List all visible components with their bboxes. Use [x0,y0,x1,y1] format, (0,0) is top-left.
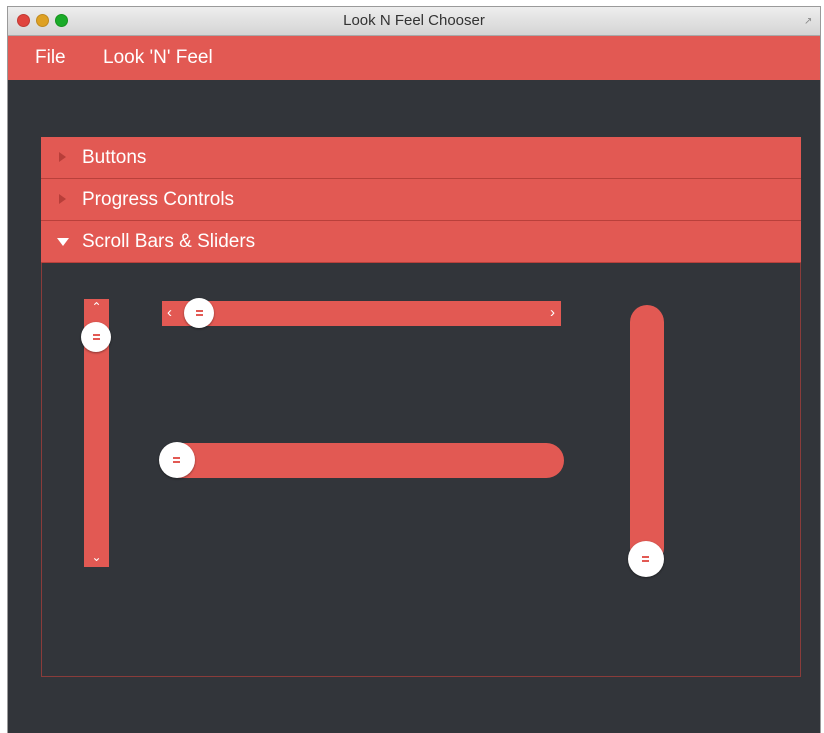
chevron-down-icon[interactable]: ⌄ [84,550,109,564]
accordion-header-buttons[interactable]: Buttons [41,137,801,179]
vertical-slider-thumb[interactable] [628,541,664,577]
vertical-scrollbar-thumb[interactable] [81,322,111,352]
triangle-down-icon [57,238,69,246]
horizontal-slider[interactable] [159,442,564,478]
chevron-up-icon[interactable]: ⌃ [84,300,109,314]
vertical-scrollbar[interactable]: ⌃ ⌄ [81,299,111,567]
app-window: Look N Feel Chooser ↗ File Look 'N' Feel… [8,7,820,733]
fullscreen-icon[interactable]: ↗ [804,16,814,27]
menu-file[interactable]: File [35,47,66,69]
menu-bar: File Look 'N' Feel [8,36,820,80]
horizontal-scrollbar[interactable]: ‹ › [162,298,561,328]
accordion-header-scroll-bars-sliders[interactable]: Scroll Bars & Sliders [41,221,801,263]
chevron-left-icon[interactable]: ‹ [167,304,172,321]
horizontal-slider-thumb[interactable] [159,442,195,478]
scroll-bars-sliders-panel: ⌃ ⌄ ‹ › [41,263,801,677]
accordion-label: Progress Controls [82,189,235,210]
accordion-label: Buttons [82,147,147,168]
chevron-right-icon[interactable]: › [550,304,555,321]
accordion-header-progress-controls[interactable]: Progress Controls [41,179,801,221]
window-title: Look N Feel Chooser [343,12,485,29]
accordion: Buttons Progress Controls Scroll Bars & … [41,137,801,677]
horizontal-scrollbar-thumb[interactable] [184,298,214,328]
title-bar: Look N Feel Chooser ↗ [8,7,820,36]
accordion-label: Scroll Bars & Sliders [82,231,256,252]
vertical-slider[interactable] [628,305,664,577]
menu-look-n-feel[interactable]: Look 'N' Feel [103,47,213,69]
triangle-right-icon [59,152,66,162]
triangle-right-icon [59,194,66,204]
